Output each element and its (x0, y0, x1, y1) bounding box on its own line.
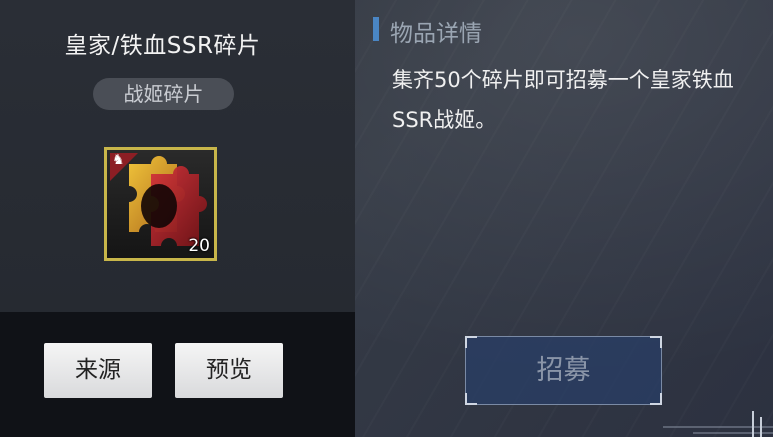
item-count: 20 (188, 236, 210, 256)
action-bar: 来源 预览 (0, 312, 355, 437)
section-accent-bar (373, 17, 379, 41)
corner-mark (465, 393, 477, 405)
recruit-label: 招募 (536, 355, 591, 386)
item-icon-frame[interactable]: ♞ 20 (104, 147, 217, 261)
item-category-tag: 战姬碎片 (93, 78, 234, 110)
decorative-lines (663, 411, 773, 437)
item-description: 集齐50个碎片即可招募一个皇家铁血SSR战姬。 (392, 68, 734, 132)
corner-mark (650, 336, 662, 348)
source-button[interactable]: 来源 (44, 343, 152, 398)
details-header: 物品详情 (390, 21, 482, 47)
item-info-panel: 皇家/铁血SSR碎片 战姬碎片 ♞ 20 (0, 0, 355, 312)
item-title: 皇家/铁血SSR碎片 (64, 33, 261, 59)
horse-emblem-icon: ♞ (112, 152, 125, 168)
recruit-button[interactable]: 招募 (465, 336, 662, 405)
preview-button[interactable]: 预览 (175, 343, 283, 398)
corner-mark (465, 336, 477, 348)
